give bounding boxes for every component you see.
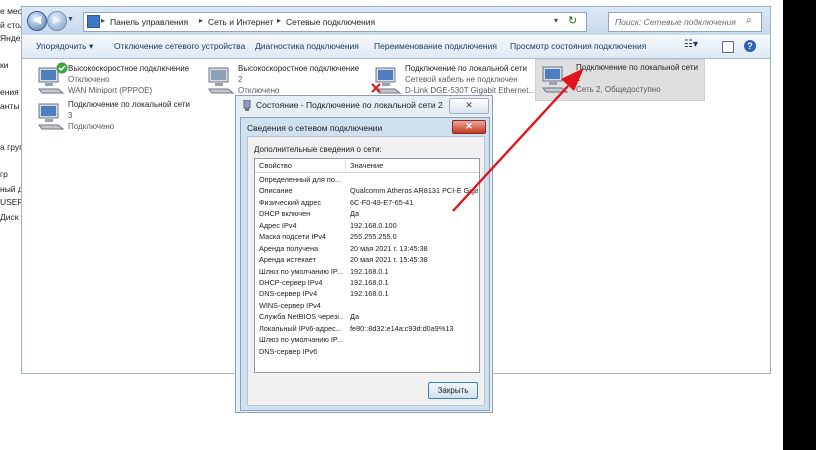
black-border [783,0,816,450]
annotation-arrow [452,68,584,212]
arrow-shaft [452,85,569,212]
arrow-head [561,68,584,91]
